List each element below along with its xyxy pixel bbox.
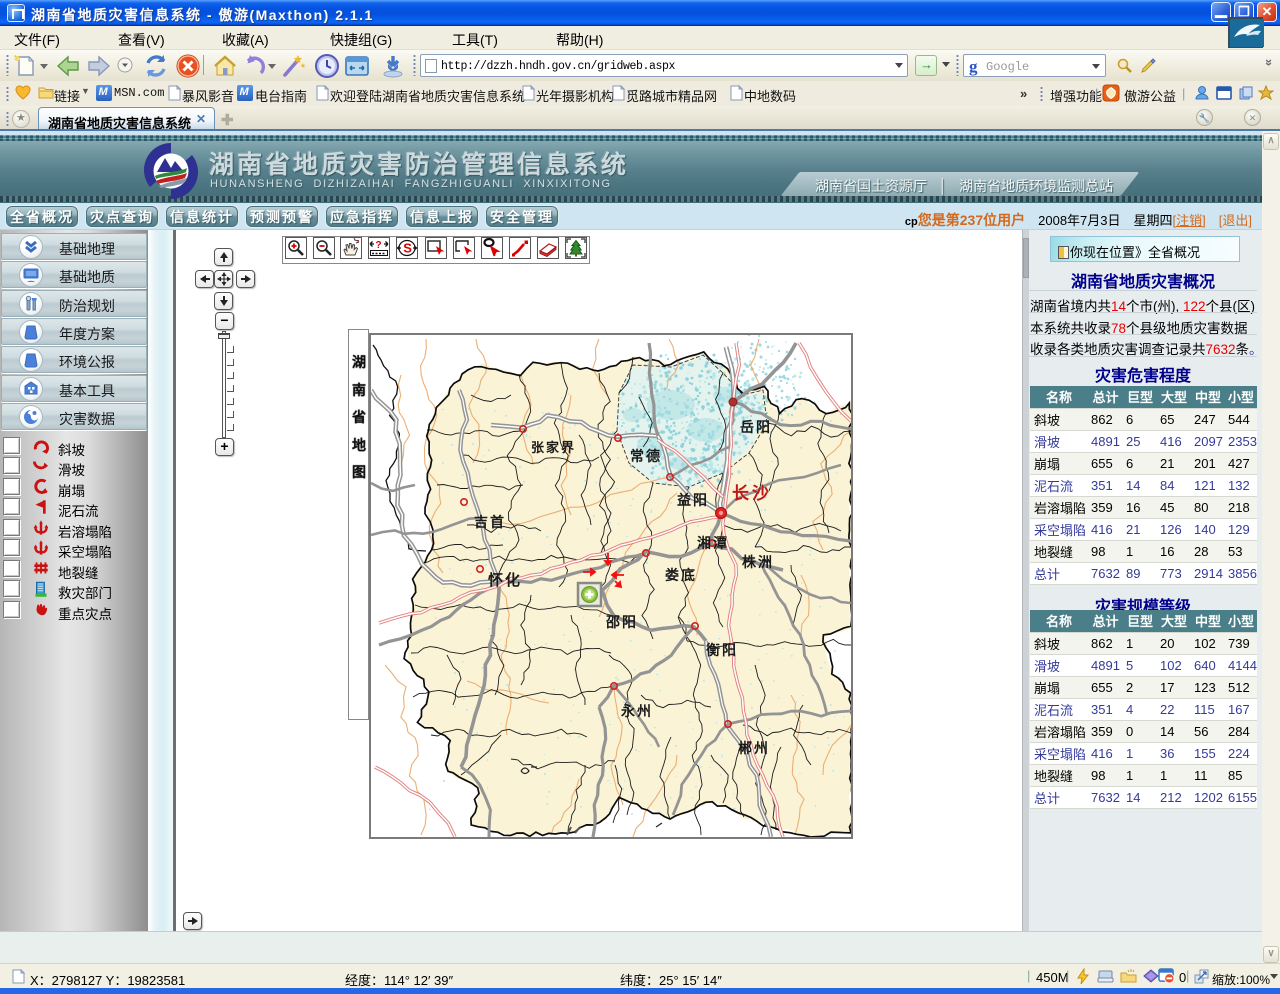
svg-text:怀化: 怀化: [488, 571, 522, 589]
svg-text:湘潭: 湘潭: [697, 535, 729, 551]
svg-text:郴州: 郴州: [738, 740, 770, 756]
svg-text:?: ?: [376, 240, 382, 251]
svg-text:衡阳: 衡阳: [706, 642, 738, 658]
svg-text:长沙: 长沙: [732, 483, 772, 503]
svg-text:吉首: 吉首: [474, 514, 506, 530]
svg-text:常德: 常德: [630, 448, 662, 464]
svg-text:永州: 永州: [620, 703, 653, 719]
svg-text:张家界: 张家界: [531, 440, 576, 455]
svg-text:岳阳: 岳阳: [740, 419, 772, 435]
svg-text:益阳: 益阳: [677, 492, 709, 508]
svg-text:株洲: 株洲: [742, 554, 774, 570]
svg-text:邵阳: 邵阳: [605, 614, 638, 630]
svg-text:娄底: 娄底: [665, 567, 697, 583]
svg-text:S: S: [403, 241, 412, 256]
